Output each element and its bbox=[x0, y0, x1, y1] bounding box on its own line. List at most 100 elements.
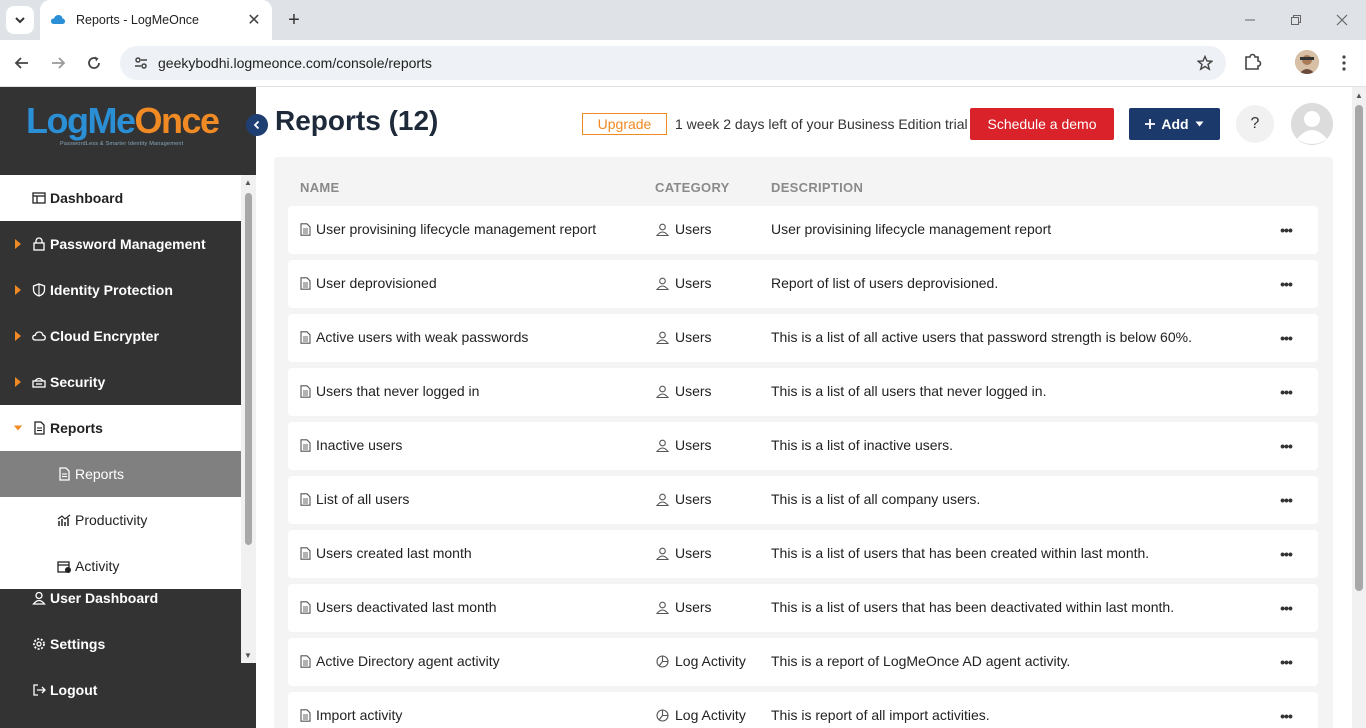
column-header-description[interactable]: DESCRIPTION bbox=[771, 180, 863, 195]
report-name[interactable]: Import activity bbox=[300, 707, 402, 723]
address-bar[interactable]: geekybodhi.logmeonce.com/console/reports bbox=[120, 46, 1226, 80]
browser-tab[interactable]: Reports - LogMeOnce ✕ bbox=[40, 0, 272, 40]
row-actions-menu-icon[interactable]: ••• bbox=[1274, 488, 1298, 512]
profile-face-icon bbox=[1295, 50, 1319, 74]
report-name[interactable]: Active users with weak passwords bbox=[300, 329, 528, 345]
url-text: geekybodhi.logmeonce.com/console/reports bbox=[158, 55, 432, 71]
forward-button[interactable] bbox=[45, 50, 71, 76]
row-actions-menu-icon[interactable]: ••• bbox=[1274, 596, 1298, 620]
row-actions-menu-icon[interactable]: ••• bbox=[1274, 704, 1298, 728]
restore-icon[interactable] bbox=[1284, 8, 1308, 32]
report-name[interactable]: Users that never logged in bbox=[300, 383, 479, 399]
report-icon bbox=[34, 421, 45, 435]
sidebar-item-identity-protection[interactable]: Identity Protection bbox=[0, 267, 241, 313]
schedule-demo-button[interactable]: Schedule a demo bbox=[970, 108, 1114, 140]
bookmark-star-icon[interactable] bbox=[1190, 55, 1220, 71]
column-header-category[interactable]: CATEGORY bbox=[655, 180, 730, 195]
profile-avatar[interactable] bbox=[1295, 50, 1319, 74]
minimize-glyph bbox=[1245, 19, 1255, 21]
user-avatar[interactable] bbox=[1291, 103, 1333, 145]
back-button[interactable] bbox=[9, 50, 35, 76]
row-actions-menu-icon[interactable]: ••• bbox=[1274, 326, 1298, 350]
calendar-icon bbox=[57, 561, 71, 573]
table-row[interactable]: User deprovisioned Users Report of list of… bbox=[288, 260, 1318, 308]
document-icon bbox=[300, 546, 311, 560]
report-name[interactable]: Active Directory agent activity bbox=[300, 653, 500, 669]
user-icon bbox=[656, 493, 669, 506]
sidebar-subitem-reports[interactable]: Reports bbox=[0, 451, 241, 497]
page-title: Reports (12) bbox=[275, 105, 439, 136]
report-category: Users bbox=[656, 221, 712, 237]
report-category-text: Users bbox=[675, 329, 712, 345]
sidebar-item-logout[interactable]: Logout bbox=[0, 667, 256, 713]
help-button[interactable]: ? bbox=[1236, 105, 1274, 143]
table-row[interactable]: User provisining lifecycle management re… bbox=[288, 206, 1318, 254]
row-actions-menu-icon[interactable]: ••• bbox=[1274, 542, 1298, 566]
report-name-text: Inactive users bbox=[316, 437, 403, 453]
new-tab-button[interactable]: + bbox=[280, 6, 308, 34]
table-row[interactable]: List of all users Users This is a list of … bbox=[288, 476, 1318, 524]
sidebar-subitem-productivity[interactable]: Productivity bbox=[0, 497, 241, 543]
collapse-sidebar-button[interactable] bbox=[246, 114, 268, 136]
report-name-text: User provisining lifecycle management re… bbox=[316, 221, 597, 237]
sidebar-item-label: Logout bbox=[50, 682, 98, 698]
extensions-puzzle-icon[interactable] bbox=[1242, 51, 1266, 75]
scrollbar-thumb[interactable] bbox=[1355, 105, 1363, 591]
logmeonce-logo[interactable]: LogMeOnce PasswordLess & Smarter Identit… bbox=[26, 100, 226, 148]
report-name[interactable]: Users created last month bbox=[300, 545, 472, 561]
report-category-text: Log Activity bbox=[675, 653, 746, 669]
report-description: This is report of all import activities. bbox=[771, 707, 990, 723]
page-scrollbar[interactable]: ▲ bbox=[1352, 87, 1366, 728]
report-name[interactable]: List of all users bbox=[300, 491, 409, 507]
scrollbar-thumb[interactable] bbox=[245, 193, 252, 545]
report-description: User provisining lifecycle management re… bbox=[771, 221, 1052, 237]
document-icon bbox=[300, 384, 311, 398]
report-name[interactable]: Users deactivated last month bbox=[300, 599, 497, 615]
tab-search-button[interactable] bbox=[6, 6, 34, 34]
column-header-name[interactable]: NAME bbox=[300, 180, 339, 195]
report-name[interactable]: User deprovisioned bbox=[300, 275, 437, 291]
minimize-icon[interactable] bbox=[1238, 8, 1262, 32]
caret-down-icon bbox=[13, 425, 23, 431]
report-name-text: Active users with weak passwords bbox=[316, 329, 529, 345]
sidebar-item-settings[interactable]: Settings bbox=[0, 621, 256, 667]
close-window-icon[interactable] bbox=[1330, 8, 1354, 32]
report-name[interactable]: Inactive users bbox=[300, 437, 402, 453]
table-row[interactable]: Inactive users Users This is a list of ina… bbox=[288, 422, 1318, 470]
report-name[interactable]: User provisining lifecycle management re… bbox=[300, 221, 596, 237]
table-row[interactable]: Active users with weak passwords Users Thi… bbox=[288, 314, 1318, 362]
sidebar-item-user-dashboard[interactable]: User Dashboard bbox=[0, 575, 256, 621]
reload-button[interactable] bbox=[81, 50, 107, 76]
sidebar-item-security[interactable]: Security bbox=[0, 359, 241, 405]
sidebar-item-cloud-encrypter[interactable]: Cloud Encrypter bbox=[0, 313, 241, 359]
scroll-up-icon[interactable]: ▲ bbox=[244, 178, 252, 187]
logo-text-part-2: Once bbox=[134, 100, 220, 141]
sidebar-item-password-management[interactable]: Password Management bbox=[0, 221, 241, 267]
report-name-text: Users deactivated last month bbox=[316, 599, 497, 615]
site-info-icon[interactable] bbox=[126, 55, 156, 71]
table-row[interactable]: Users that never logged in Users This is a… bbox=[288, 368, 1318, 416]
row-actions-menu-icon[interactable]: ••• bbox=[1274, 272, 1298, 296]
row-actions-menu-icon[interactable]: ••• bbox=[1274, 434, 1298, 458]
table-row[interactable]: Users deactivated last month Users This is… bbox=[288, 584, 1318, 632]
row-actions-menu-icon[interactable]: ••• bbox=[1274, 218, 1298, 242]
browser-menu-icon[interactable] bbox=[1332, 50, 1356, 76]
scroll-up-icon[interactable]: ▲ bbox=[1355, 91, 1363, 100]
close-tab-icon[interactable]: ✕ bbox=[242, 8, 266, 32]
sidebar-item-dashboard[interactable]: Dashboard bbox=[0, 175, 241, 221]
sidebar-item-reports[interactable]: Reports bbox=[0, 405, 241, 451]
report-description: This is a list of users that has been de… bbox=[771, 599, 1175, 615]
trial-status-text: 1 week 2 days left of your Business Edit… bbox=[675, 116, 968, 132]
report-description: This is a list of all active users that … bbox=[771, 329, 1192, 345]
caret-right-icon bbox=[15, 285, 21, 295]
table-row[interactable]: Import activity Log Activity This is repor… bbox=[288, 692, 1318, 728]
table-row[interactable]: Active Directory agent activity Log Activ… bbox=[288, 638, 1318, 686]
table-row[interactable]: Users created last month Users This is a l… bbox=[288, 530, 1318, 578]
add-button-label: Add bbox=[1161, 116, 1189, 132]
upgrade-button[interactable]: Upgrade bbox=[582, 113, 667, 135]
report-category: Users bbox=[656, 545, 712, 561]
row-actions-menu-icon[interactable]: ••• bbox=[1274, 380, 1298, 404]
document-icon bbox=[300, 708, 311, 722]
add-button[interactable]: Add bbox=[1129, 108, 1220, 140]
row-actions-menu-icon[interactable]: ••• bbox=[1274, 650, 1298, 674]
